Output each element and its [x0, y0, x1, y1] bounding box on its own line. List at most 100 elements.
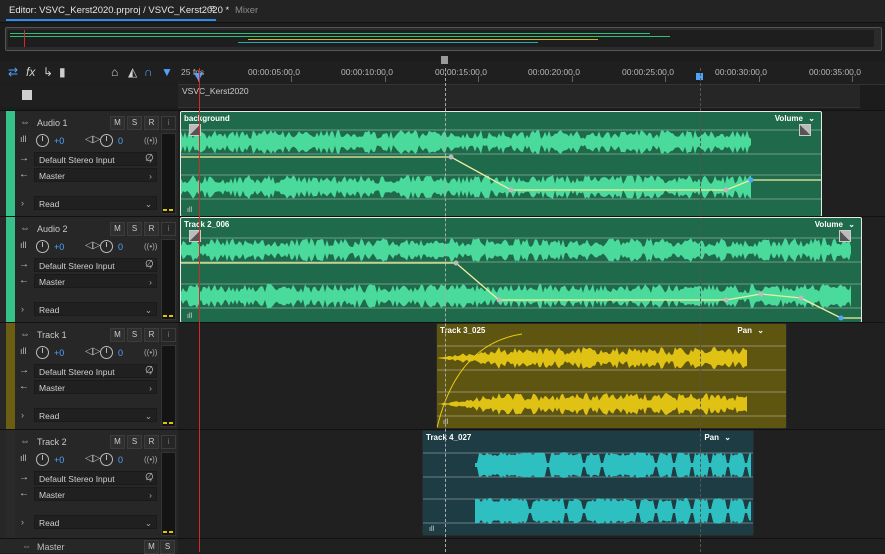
expand-chevron-icon[interactable]: ›: [21, 198, 24, 208]
clip-param-label[interactable]: Volume: [775, 114, 803, 123]
clip-title: Track 4_027: [426, 433, 472, 442]
clip-title: Track 2_006: [184, 220, 230, 229]
phase-invert-icon[interactable]: ∅: [145, 259, 154, 270]
output-select[interactable]: Master ›: [34, 380, 157, 394]
pan-value[interactable]: 0: [118, 455, 123, 465]
clip-title: Track 3_025: [440, 326, 486, 335]
fade-icon[interactable]: ◭: [128, 65, 137, 79]
pan-icon: ◁▷: [85, 240, 101, 251]
record-button[interactable]: R: [144, 435, 159, 449]
input-select[interactable]: Default Stereo Input ›: [34, 364, 157, 378]
automation-mode-select[interactable]: Read ⌄: [34, 302, 157, 316]
track-name[interactable]: Audio 1: [37, 118, 68, 128]
automation-mode-select[interactable]: Read ⌄: [34, 515, 157, 529]
input-select[interactable]: Default Stereo Input ›: [34, 152, 157, 166]
expand-chevron-icon[interactable]: ›: [21, 517, 24, 527]
output-select[interactable]: Master ›: [34, 274, 157, 288]
clip-param-chevron-icon[interactable]: ⌄: [757, 326, 764, 335]
volume-knob[interactable]: [36, 240, 49, 253]
volume-value[interactable]: +0: [54, 455, 64, 465]
volume-knob[interactable]: [36, 134, 49, 147]
pan-knob[interactable]: [100, 346, 113, 359]
stereo-toggle-icon[interactable]: ((•)): [144, 348, 157, 357]
marker-icon[interactable]: ▼: [161, 65, 173, 79]
record-button[interactable]: R: [144, 222, 159, 236]
send-icon[interactable]: ↳: [43, 65, 53, 79]
output-arrow-icon: ←: [19, 275, 29, 286]
automation-mode-select[interactable]: Read ⌄: [34, 408, 157, 422]
overview-track-area[interactable]: [8, 30, 874, 47]
audio-clip[interactable]: background Volume ⌄ ıll: [180, 111, 822, 217]
volume-value[interactable]: +0: [54, 242, 64, 252]
input-select[interactable]: Default Stereo Input ›: [34, 258, 157, 272]
pan-knob[interactable]: [100, 134, 113, 147]
track-color-bar: [6, 430, 15, 538]
phase-invert-icon[interactable]: ∅: [145, 153, 154, 164]
pan-knob[interactable]: [100, 453, 113, 466]
solo-button[interactable]: S: [127, 435, 142, 449]
mute-button[interactable]: M: [110, 222, 125, 236]
read-arm-button[interactable]: i: [161, 435, 176, 449]
read-arm-button[interactable]: i: [161, 328, 176, 342]
solo-button[interactable]: S: [127, 328, 142, 342]
expand-chevron-icon[interactable]: ›: [21, 410, 24, 420]
phase-invert-icon[interactable]: ∅: [145, 472, 154, 483]
track-name[interactable]: Track 2: [37, 437, 67, 447]
cursor-handle[interactable]: [441, 56, 448, 64]
mute-button[interactable]: M: [110, 116, 125, 130]
input-arrow-icon: →: [19, 259, 29, 270]
read-arm-button[interactable]: i: [161, 222, 176, 236]
clip-param-label[interactable]: Pan: [704, 433, 719, 442]
read-arm-button[interactable]: i: [161, 116, 176, 130]
toggle-icon[interactable]: ⇄: [8, 65, 18, 79]
mute-button[interactable]: M: [110, 328, 125, 342]
clip-param-chevron-icon[interactable]: ⌄: [848, 220, 855, 229]
stereo-toggle-icon[interactable]: ((•)): [144, 136, 157, 145]
clip-fade-icon[interactable]: [839, 230, 851, 242]
clip-param-chevron-icon[interactable]: ⌄: [808, 114, 815, 123]
time-ruler[interactable]: 25 fps 00:00:05:00,0 00:00:10:00,0 00:00…: [178, 56, 885, 85]
clip-fade-icon[interactable]: [799, 124, 811, 136]
clip-param-chevron-icon[interactable]: ⌄: [724, 433, 731, 442]
pan-value[interactable]: 0: [118, 348, 123, 358]
pan-value[interactable]: 0: [118, 242, 123, 252]
mute-button[interactable]: M: [110, 435, 125, 449]
output-select[interactable]: Master ›: [34, 168, 157, 182]
record-button[interactable]: R: [144, 328, 159, 342]
input-select[interactable]: Default Stereo Input ›: [34, 471, 157, 485]
automation-mode-select[interactable]: Read ⌄: [34, 196, 157, 210]
record-button[interactable]: R: [144, 116, 159, 130]
stereo-toggle-icon[interactable]: ((•)): [144, 242, 157, 251]
phase-invert-icon[interactable]: ∅: [145, 365, 154, 376]
expand-chevron-icon[interactable]: ›: [21, 304, 24, 314]
pan-value[interactable]: 0: [118, 136, 123, 146]
fx-icon[interactable]: fx: [26, 65, 35, 79]
solo-button[interactable]: S: [127, 116, 142, 130]
clip-param-label[interactable]: Pan: [737, 326, 752, 335]
track-name[interactable]: Track 1: [37, 330, 67, 340]
automation-mode-value: Read: [39, 199, 60, 209]
output-select-value: Master: [39, 490, 65, 500]
track-name[interactable]: Audio 2: [37, 224, 68, 234]
tab-menu-icon[interactable]: ≡: [209, 3, 215, 15]
meter-icon[interactable]: ▮: [59, 65, 66, 79]
stereo-toggle-icon[interactable]: ((•)): [144, 455, 157, 464]
chevron-right-icon: ›: [149, 171, 152, 181]
audio-clip[interactable]: Track 2_006 Volume ⌄ ıll: [180, 217, 862, 323]
volume-knob[interactable]: [36, 346, 49, 359]
audio-clip[interactable]: Track 4_027 Pan ⌄ ıll: [422, 430, 754, 536]
tab-editor[interactable]: Editor: VSVC_Kerst2020.prproj / VSVC_Ker…: [9, 5, 229, 16]
clip-param-label[interactable]: Volume: [815, 220, 843, 229]
volume-value[interactable]: +0: [54, 136, 64, 146]
clip-waveform: [423, 452, 753, 524]
pan-knob[interactable]: [100, 240, 113, 253]
output-select[interactable]: Master ›: [34, 487, 157, 501]
chevron-down-icon: ⌄: [144, 305, 152, 315]
pencil-icon[interactable]: ⌂: [111, 65, 118, 79]
solo-button[interactable]: S: [127, 222, 142, 236]
volume-knob[interactable]: [36, 453, 49, 466]
headphones-icon[interactable]: ∩: [144, 65, 153, 79]
volume-value[interactable]: +0: [54, 348, 64, 358]
tab-mixer[interactable]: Mixer: [235, 5, 258, 16]
audio-clip[interactable]: Track 3_025 Pan ⌄ ıll: [436, 323, 787, 429]
